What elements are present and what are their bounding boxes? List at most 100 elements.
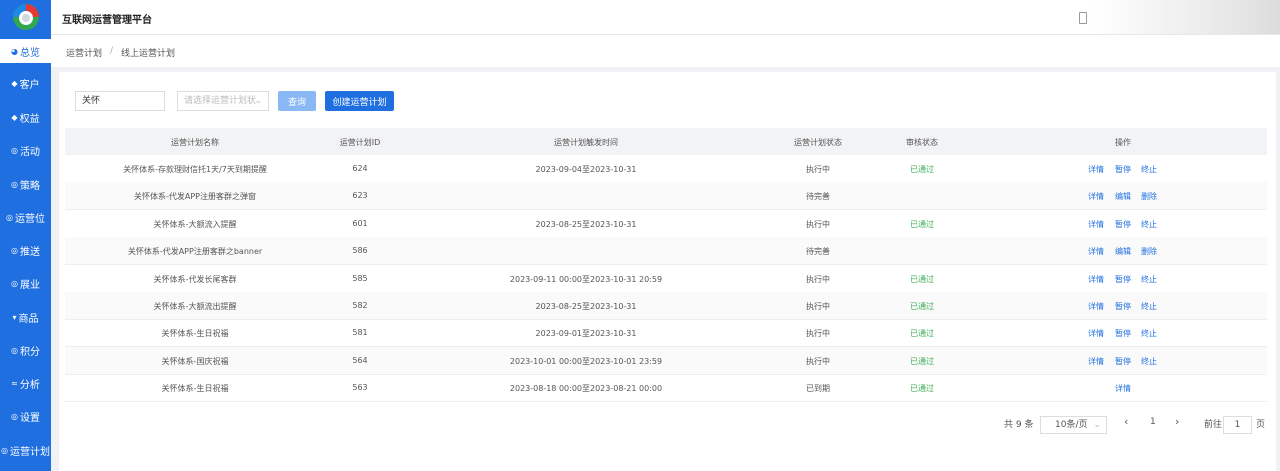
cell-status: 执行中 bbox=[806, 165, 830, 174]
plan-icon: ◎ bbox=[1, 445, 8, 455]
keyword-input[interactable]: 关怀 bbox=[75, 91, 165, 111]
cell-name: 关怀体系-代发长尾客群 bbox=[153, 274, 237, 284]
row-action-link[interactable]: 详情 bbox=[1088, 191, 1104, 202]
table-row: 关怀体系-生日祝福 581 2023-09-01至2023-10-31 执行中 已通过 详… bbox=[65, 319, 1267, 348]
cell-audit: 已通过 bbox=[910, 384, 934, 394]
status-select[interactable]: 请选择运营计划状 ⌄ bbox=[177, 91, 269, 111]
sidebar-item-12[interactable]: ◎ 设置 bbox=[0, 404, 51, 428]
cell-status: 执行中 bbox=[806, 302, 830, 311]
phone-icon[interactable] bbox=[1079, 12, 1087, 24]
col-audit: 审核状态 bbox=[906, 138, 938, 147]
row-action-link[interactable]: 详情 bbox=[1115, 383, 1131, 394]
sidebar-item-label: 总览 bbox=[19, 47, 40, 59]
row-action-link[interactable]: 暂停 bbox=[1115, 356, 1131, 367]
cell-status: 执行中 bbox=[806, 329, 830, 339]
sidebar-item-13[interactable]: ◎ 运营计划 bbox=[0, 438, 51, 462]
sidebar-item-label: 推送 bbox=[19, 246, 40, 258]
row-action-link[interactable]: 编辑 bbox=[1115, 246, 1131, 257]
cell-id: 586 bbox=[352, 246, 368, 256]
col-name: 运营计划名称 bbox=[171, 138, 219, 147]
cell-name: 关怀体系-国庆祝福 bbox=[161, 356, 229, 366]
cell-id: 624 bbox=[352, 164, 368, 173]
page-size-select[interactable]: 10条/页 ⌄ bbox=[1040, 416, 1107, 434]
sidebar-item-7[interactable]: ◎ 推送 bbox=[0, 238, 51, 262]
cell-name: 关怀体系-生日祝福 bbox=[161, 329, 229, 339]
cell-name: 关怀体系-代发APP注册客群之banner bbox=[127, 247, 263, 257]
row-action-link[interactable]: 暂停 bbox=[1115, 301, 1131, 312]
cell-name: 关怀体系-存款理财信托1天/7天到期提醒 bbox=[123, 165, 267, 174]
prev-page-button[interactable]: ‹ bbox=[1124, 415, 1128, 428]
row-action-link[interactable]: 终止 bbox=[1141, 219, 1157, 230]
cell-status: 待完善 bbox=[806, 247, 830, 257]
row-action-link[interactable]: 暂停 bbox=[1115, 164, 1131, 175]
row-action-link[interactable]: 暂停 bbox=[1115, 328, 1131, 339]
sidebar-item-10[interactable]: ◎ 积分 bbox=[0, 338, 51, 362]
row-action-link[interactable]: 终止 bbox=[1141, 274, 1157, 285]
sidebar-item-8[interactable]: ◎ 展业 bbox=[0, 271, 51, 295]
next-page-button[interactable]: › bbox=[1175, 415, 1179, 428]
sidebar-item-11[interactable]: ≈ 分析 bbox=[0, 371, 51, 395]
sidebar-item-1[interactable]: ◕ 总览 bbox=[0, 39, 51, 63]
breadcrumb-separator: / bbox=[110, 46, 114, 56]
row-action-link[interactable]: 终止 bbox=[1141, 356, 1157, 367]
strategy-icon: ◎ bbox=[11, 179, 18, 189]
cell-time: 2023-08-25至2023-10-31 bbox=[535, 302, 637, 311]
sidebar-item-label: 展业 bbox=[19, 279, 40, 291]
goto-page-input[interactable]: 1 bbox=[1223, 416, 1252, 434]
row-action-link[interactable]: 详情 bbox=[1088, 274, 1104, 285]
chevron-down-icon: ⌄ bbox=[254, 96, 262, 106]
col-time: 运营计划触发时间 bbox=[554, 138, 618, 147]
row-action-link[interactable]: 详情 bbox=[1088, 328, 1104, 339]
query-button[interactable]: 查询 bbox=[278, 91, 316, 111]
activity-icon: ◎ bbox=[11, 145, 18, 155]
row-action-link[interactable]: 详情 bbox=[1088, 246, 1104, 257]
cell-id: 601 bbox=[352, 218, 368, 228]
table-row: 关怀体系-生日祝福 563 2023-08-18 00:00至2023-08-21 … bbox=[65, 374, 1267, 403]
row-action-link[interactable]: 详情 bbox=[1088, 164, 1104, 175]
breadcrumb-parent[interactable]: 运营计划 bbox=[66, 46, 102, 59]
sidebar-item-label: 运营计划 bbox=[9, 446, 50, 458]
logo bbox=[9, 2, 43, 32]
sidebar-item-label: 分析 bbox=[19, 379, 40, 391]
cell-id: 581 bbox=[352, 328, 368, 338]
row-action-link[interactable]: 暂停 bbox=[1115, 219, 1131, 230]
create-plan-button[interactable]: 创建运营计划 bbox=[325, 91, 394, 111]
business-icon: ◎ bbox=[11, 278, 18, 288]
cell-name: 关怀体系-大额流出提醒 bbox=[153, 302, 237, 311]
row-action-link[interactable]: 暂停 bbox=[1115, 274, 1131, 285]
row-action-link[interactable]: 删除 bbox=[1141, 191, 1157, 202]
table-row: 关怀体系-代发APP注册客群之弹窗 623 待完善 详情 编辑 删除 bbox=[65, 182, 1267, 211]
table-row: 关怀体系-大额流入提醒 601 2023-08-25至2023-10-31 执行中 已通… bbox=[65, 210, 1267, 238]
row-action-link[interactable]: 编辑 bbox=[1115, 191, 1131, 202]
row-action-link[interactable]: 终止 bbox=[1141, 164, 1157, 175]
sidebar-item-3[interactable]: ◆ 权益 bbox=[0, 105, 51, 129]
sidebar-item-9[interactable]: ▾ 商品 bbox=[0, 305, 51, 329]
row-action-link[interactable]: 详情 bbox=[1088, 356, 1104, 367]
row-action-link[interactable]: 终止 bbox=[1141, 328, 1157, 339]
cell-id: 582 bbox=[352, 301, 368, 310]
settings-icon: ◎ bbox=[11, 411, 18, 421]
cell-audit: 已通过 bbox=[910, 219, 934, 229]
pagination-total: 共 9 条 bbox=[1004, 420, 1034, 430]
cell-status: 已到期 bbox=[806, 384, 830, 394]
row-action-link[interactable]: 删除 bbox=[1141, 246, 1157, 257]
sidebar-item-2[interactable]: ◆ 客户 bbox=[0, 71, 51, 95]
sidebar-item-label: 客户 bbox=[19, 79, 40, 91]
cell-audit: 已通过 bbox=[910, 356, 934, 366]
sidebar-item-4[interactable]: ◎ 活动 bbox=[0, 138, 51, 162]
cell-time: 2023-09-11 00:00至2023-10-31 20:59 bbox=[509, 274, 663, 284]
cell-time: 2023-10-01 00:00至2023-10-01 23:59 bbox=[509, 356, 663, 366]
position-icon: ◎ bbox=[6, 212, 13, 222]
sidebar-item-5[interactable]: ◎ 策略 bbox=[0, 172, 51, 196]
sidebar-item-6[interactable]: ◎ 运营位 bbox=[0, 205, 51, 229]
sidebar-item-label: 商品 bbox=[18, 313, 39, 325]
page-1-button[interactable]: 1 bbox=[1150, 417, 1156, 427]
cell-audit: 已通过 bbox=[910, 329, 934, 339]
row-action-link[interactable]: 详情 bbox=[1088, 301, 1104, 312]
app-title: 互联网运营管理平台 bbox=[62, 15, 152, 26]
row-action-link[interactable]: 详情 bbox=[1088, 219, 1104, 230]
row-action-link[interactable]: 终止 bbox=[1141, 301, 1157, 312]
breadcrumb-current: 线上运营计划 bbox=[121, 49, 176, 59]
status-select-placeholder: 请选择运营计划状 bbox=[184, 96, 257, 106]
cell-time: 2023-09-04至2023-10-31 bbox=[535, 165, 637, 174]
